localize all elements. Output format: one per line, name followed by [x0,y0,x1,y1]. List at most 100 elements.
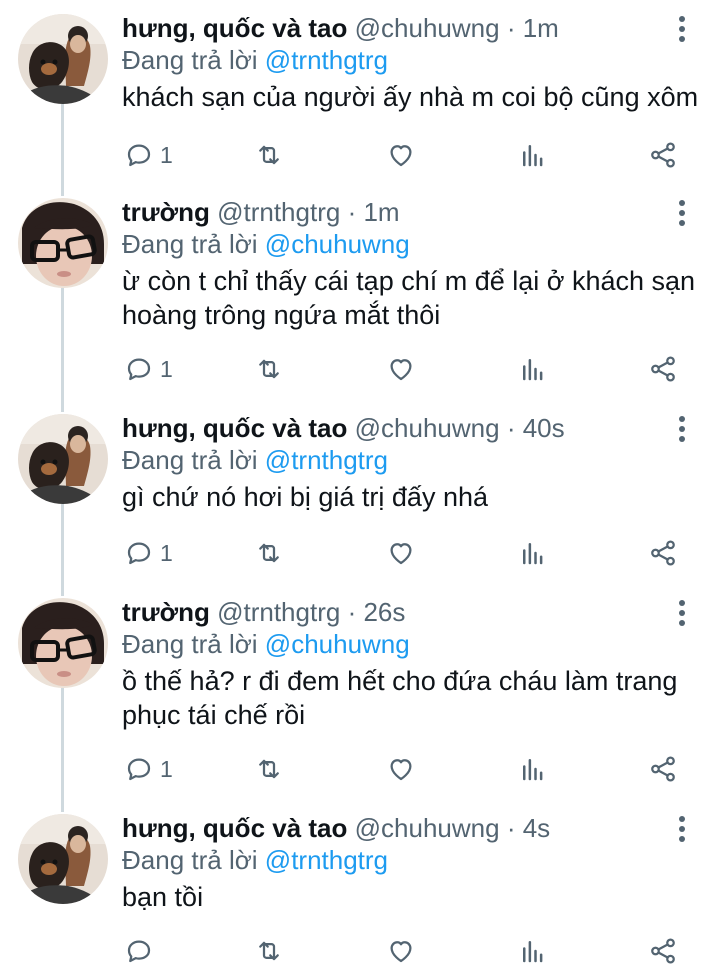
reply-button[interactable]: 1 [124,751,173,787]
retweet-icon [259,145,279,165]
mention-link[interactable]: @trnthgtrg [265,445,388,475]
like-button[interactable] [386,351,416,387]
avatar[interactable] [18,198,108,288]
user-handle[interactable]: @chuhuwng [355,413,500,443]
display-name[interactable]: hưng, quốc và tao [122,13,347,43]
like-button[interactable] [386,751,416,787]
reply-button[interactable]: 1 [124,535,173,571]
retweet-button[interactable] [254,351,284,387]
analytics-button[interactable] [518,351,548,387]
timestamp[interactable]: 4s [523,813,550,843]
avatar[interactable] [18,814,108,904]
timestamp[interactable]: 1m [363,197,399,227]
user-handle[interactable]: @trnthgtrg [217,597,340,627]
replying-to-label: Đang trả lời [122,629,258,659]
display-name[interactable]: trường [122,197,210,227]
analytics-button[interactable] [518,933,548,969]
timestamp[interactable]: 40s [523,413,565,443]
separator-dot: · [347,197,357,227]
more-icon[interactable] [672,598,692,628]
replying-to: Đang trả lời @trnthgtrg [122,444,388,476]
user-handle[interactable]: @trnthgtrg [217,197,340,227]
reply-count: 1 [160,141,173,168]
more-icon[interactable] [672,14,692,44]
replying-to-label: Đang trả lời [122,45,258,75]
reply-icon [127,144,151,167]
avatar[interactable] [18,598,108,688]
reply-button[interactable]: 1 [124,351,173,387]
separator-dot: · [506,13,516,43]
reply-button[interactable]: 1 [124,137,173,173]
replying-to: Đang trả lời @chuhuwng [122,228,410,260]
tweet-actions: 1 [0,137,720,173]
analytics-icon [523,359,543,381]
reply-icon [127,542,151,565]
retweet-button[interactable] [254,137,284,173]
separator-dot: · [347,597,357,627]
tweet-actions [0,933,720,969]
share-button[interactable] [648,137,678,173]
tweet-text: ồ thế hả? r đi đem hết cho đứa cháu làm … [122,666,678,730]
share-button[interactable] [648,351,678,387]
avatar[interactable] [18,414,108,504]
more-icon[interactable] [672,814,692,844]
more-icon[interactable] [672,198,692,228]
tweet-header: hưng, quốc và tao @chuhuwng · 40s [122,412,565,444]
tweet[interactable]: hưng, quốc và tao @chuhuwng · 40s Đang t… [0,400,720,575]
avatar[interactable] [18,14,108,104]
mention-link[interactable]: @chuhuwng [265,629,410,659]
share-icon [651,938,675,964]
tweet-text: gì chứ nó hơi bị giá trị đấy nhá [122,482,488,512]
mention-link[interactable]: @chuhuwng [265,229,410,259]
like-icon [390,145,412,167]
tweet-actions: 1 [0,751,720,787]
retweet-icon [259,543,279,563]
display-name[interactable]: hưng, quốc và tao [122,413,347,443]
retweet-button[interactable] [254,751,284,787]
tweet-actions: 1 [0,535,720,571]
analytics-button[interactable] [518,535,548,571]
tweet[interactable]: hưng, quốc và tao @chuhuwng · 4s Đang tr… [0,800,720,973]
timestamp[interactable]: 1m [523,13,559,43]
retweet-button[interactable] [254,933,284,969]
like-button[interactable] [386,933,416,969]
retweet-button[interactable] [254,535,284,571]
analytics-icon [523,543,543,565]
separator-dot: · [506,813,516,843]
share-icon [651,756,675,782]
mention-link[interactable]: @trnthgtrg [265,845,388,875]
user-handle[interactable]: @chuhuwng [355,813,500,843]
like-button[interactable] [386,137,416,173]
reply-count: 1 [160,355,173,382]
tweet[interactable]: trường @trnthgtrg · 1m Đang trả lời @chu… [0,184,720,391]
display-name[interactable]: hưng, quốc và tao [122,813,347,843]
analytics-button[interactable] [518,137,548,173]
reply-button[interactable] [124,933,160,969]
share-button[interactable] [648,933,678,969]
mention-link[interactable]: @trnthgtrg [265,45,388,75]
display-name[interactable]: trường [122,597,210,627]
timestamp[interactable]: 26s [363,597,405,627]
tweet[interactable]: trường @trnthgtrg · 26s Đang trả lời @ch… [0,584,720,791]
tweet-actions: 1 [0,351,720,387]
reply-icon [127,358,151,381]
retweet-icon [259,941,279,961]
reply-count: 1 [160,755,173,782]
user-handle[interactable]: @chuhuwng [355,13,500,43]
reply-icon [127,940,151,963]
like-icon [390,359,412,381]
share-button[interactable] [648,751,678,787]
tweet[interactable]: hưng, quốc và tao @chuhuwng · 1m Đang tr… [0,0,720,177]
reply-count: 1 [160,539,173,566]
analytics-icon [523,145,543,167]
reply-icon [127,758,151,781]
more-icon[interactable] [672,414,692,444]
analytics-icon [523,941,543,963]
replying-to-label: Đang trả lời [122,845,258,875]
analytics-button[interactable] [518,751,548,787]
share-icon [651,540,675,566]
analytics-icon [523,759,543,781]
share-button[interactable] [648,535,678,571]
like-button[interactable] [386,535,416,571]
like-icon [390,759,412,781]
